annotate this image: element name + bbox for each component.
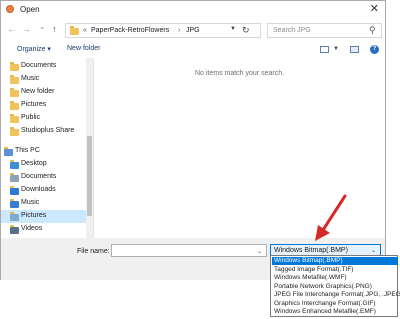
annotation-arrow — [315, 194, 347, 241]
